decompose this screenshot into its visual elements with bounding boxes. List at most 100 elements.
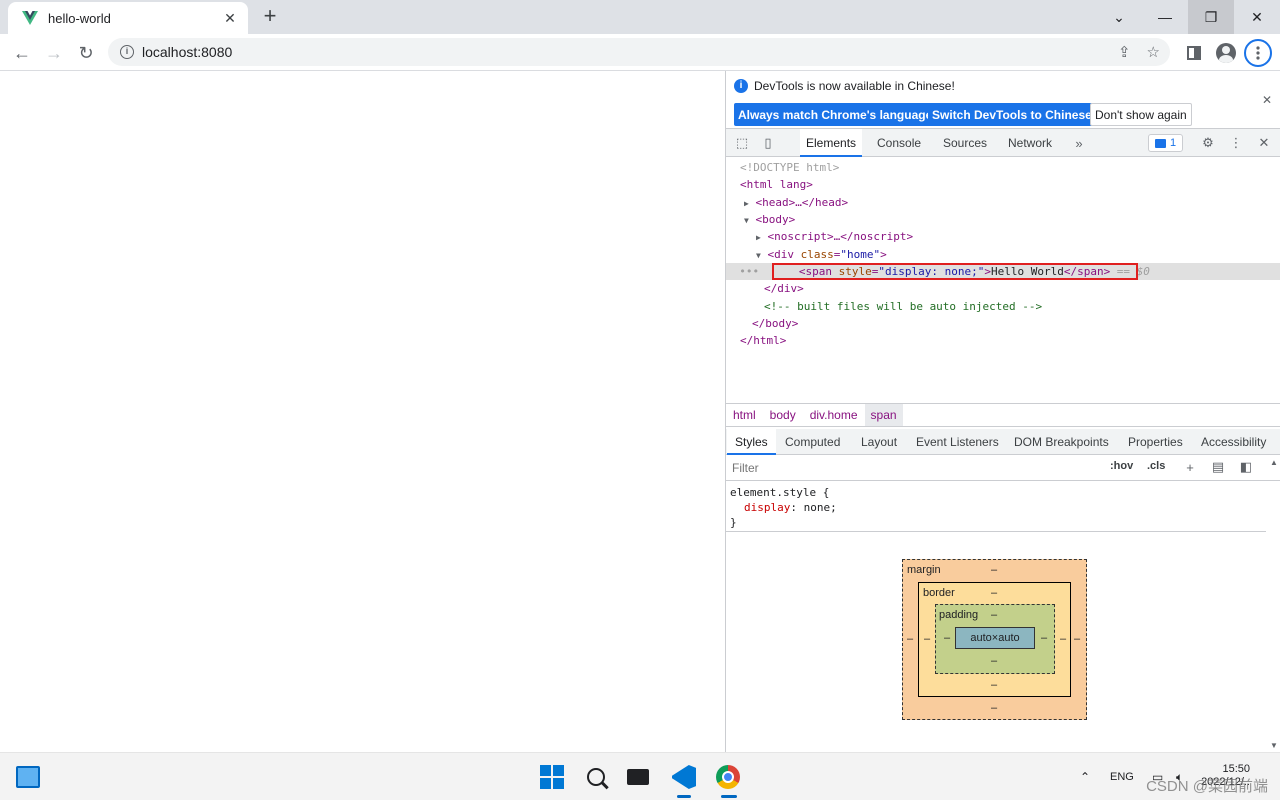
chrome-taskbar-icon[interactable] [712,761,744,793]
styles-tab-bar: Styles Computed Layout Event Listeners D… [726,429,1280,455]
inspect-element-icon[interactable]: ⬚ [734,135,750,151]
style-declaration[interactable]: display: none; [730,500,1266,515]
dom-div-home[interactable]: ▼ <div class="home"> [756,246,1280,263]
back-button[interactable]: ← [8,39,36,67]
widgets-icon[interactable] [16,766,40,788]
infobar-close-icon[interactable]: ✕ [1262,93,1272,107]
paint-roller-icon[interactable]: ▤ [1210,459,1226,475]
share-icon[interactable]: ⇪ [1118,43,1131,61]
dom-head[interactable]: ▶ <head>…</head> [744,194,1280,211]
new-style-rule-icon[interactable]: + [1182,459,1198,475]
issues-badge[interactable]: 1 [1148,134,1184,152]
dom-tree: <!DOCTYPE html> <html lang> ▶ <head>…</h… [726,158,1280,403]
tab-event-listeners[interactable]: Event Listeners [916,429,999,455]
new-tab-button[interactable]: + [258,5,282,29]
vue-logo-icon [22,11,38,25]
tab-search-icon[interactable]: ⌄ [1096,0,1142,34]
infobar-message: DevTools is now available in Chinese! [754,79,955,93]
settings-gear-icon[interactable]: ⚙ [1200,135,1216,151]
tab-sources[interactable]: Sources [943,129,987,157]
chrome-active-indicator [721,795,737,798]
tab-close-icon[interactable]: ✕ [222,10,238,27]
taskbar: ⌃ ENG ▭ 🔈︎ 15:50 2022/12/.. CSDN @菜园前端 [0,752,1280,800]
search-icon[interactable] [580,761,612,793]
padding-label: padding [939,609,979,621]
style-close-brace: } [730,516,737,529]
box-model-padding: padding – – – – auto×auto [935,604,1055,674]
dom-div-close[interactable]: </div> [764,280,1280,297]
side-panel-icon[interactable] [1180,39,1208,67]
tab-accessibility[interactable]: Accessibility [1201,429,1266,455]
tab-computed[interactable]: Computed [785,429,840,455]
issues-count: 1 [1170,137,1177,149]
box-model-border: border – – – – padding – – – – auto×auto [918,582,1071,697]
breadcrumb-body[interactable]: body [763,408,803,422]
hov-toggle[interactable]: :hov [1110,460,1133,472]
toggle-sidebar-icon[interactable]: ◧ [1238,459,1254,475]
dom-body-close[interactable]: </body> [752,315,1280,332]
dom-html-close[interactable]: </html> [740,332,1280,349]
dom-doctype[interactable]: <!DOCTYPE html> [740,159,1280,176]
border-label: border [923,587,955,599]
task-view-icon[interactable] [622,761,654,793]
tab-network[interactable]: Network [1008,129,1052,157]
scroll-up-icon[interactable]: ▲ [1270,458,1278,467]
page-viewport [0,71,725,752]
info-icon: i [734,79,748,93]
address-bar[interactable]: i localhost:8080 ⇪ ☆ [108,38,1170,66]
vscode-running-indicator [677,795,691,798]
tab-console[interactable]: Console [877,129,921,157]
match-language-button[interactable]: Always match Chrome's language [734,103,937,126]
minimize-button[interactable]: — [1142,0,1188,34]
browser-toolbar: ← → ↻ i localhost:8080 ⇪ ☆ [0,34,1280,71]
tab-layout[interactable]: Layout [861,429,897,455]
styles-scrollbar[interactable]: ▲ ▼ [1268,458,1280,752]
dom-comment[interactable]: <!-- built files will be auto injected -… [764,298,1280,315]
profile-avatar[interactable] [1212,39,1240,67]
device-toolbar-icon[interactable]: ▯ [760,135,776,151]
breadcrumb-html[interactable]: html [726,408,763,422]
element-style-rule: element.style { display: none; } [726,482,1266,532]
breadcrumb: html body div.home span [726,403,1280,427]
chrome-menu-button[interactable] [1244,39,1272,67]
scroll-down-icon[interactable]: ▼ [1270,741,1278,750]
windows-logo-icon [540,765,564,789]
browser-tab[interactable]: hello-world ✕ [8,2,248,34]
switch-to-chinese-button[interactable]: Switch DevTools to Chinese [928,103,1096,126]
dom-noscript[interactable]: ▶ <noscript>…</noscript> [756,228,1280,245]
dom-html[interactable]: <html lang> [740,176,1280,193]
forward-button[interactable]: → [40,39,68,67]
vscode-icon[interactable] [668,761,700,793]
more-tabs-icon[interactable]: » [1071,135,1087,151]
tab-styles[interactable]: Styles [727,429,776,455]
highlight-box [772,263,1138,280]
tab-properties[interactable]: Properties [1128,429,1183,455]
box-model-margin: margin – – – – border – – – – padding – … [902,559,1087,720]
reload-button[interactable]: ↻ [72,39,100,67]
devtools-close-icon[interactable]: ✕ [1256,135,1272,151]
tab-elements[interactable]: Elements [800,129,863,157]
cls-toggle[interactable]: .cls [1147,460,1165,472]
expand-triangle-icon: ▶ [756,233,761,242]
box-model-content[interactable]: auto×auto [955,627,1035,649]
dom-body[interactable]: ▼ <body> [744,211,1280,228]
bookmark-star-icon[interactable]: ☆ [1147,43,1160,61]
start-button[interactable] [536,761,568,793]
breadcrumb-span[interactable]: span [864,404,903,426]
collapse-triangle-icon: ▼ [756,251,761,260]
breadcrumb-div-home[interactable]: div.home [803,408,865,422]
style-selector: element.style { [730,486,830,499]
styles-filter-bar: :hov .cls + ▤ ◧ [726,455,1280,481]
tab-dom-breakpoints[interactable]: DOM Breakpoints [1014,429,1109,455]
language-indicator[interactable]: ENG [1110,753,1134,801]
site-info-icon[interactable]: i [120,45,134,59]
dont-show-again-button[interactable]: Don't show again [1090,103,1192,126]
styles-filter-input[interactable] [728,458,1098,478]
collapse-triangle-icon: ▼ [744,216,749,225]
language-infobar: i DevTools is now available in Chinese! … [726,71,1280,129]
restore-button[interactable]: ❐ [1188,0,1234,34]
close-window-button[interactable]: ✕ [1234,0,1280,34]
issues-icon [1155,138,1166,148]
show-hidden-icons-icon[interactable]: ⌃ [1080,753,1090,801]
devtools-menu-icon[interactable]: ⋮ [1228,135,1244,151]
